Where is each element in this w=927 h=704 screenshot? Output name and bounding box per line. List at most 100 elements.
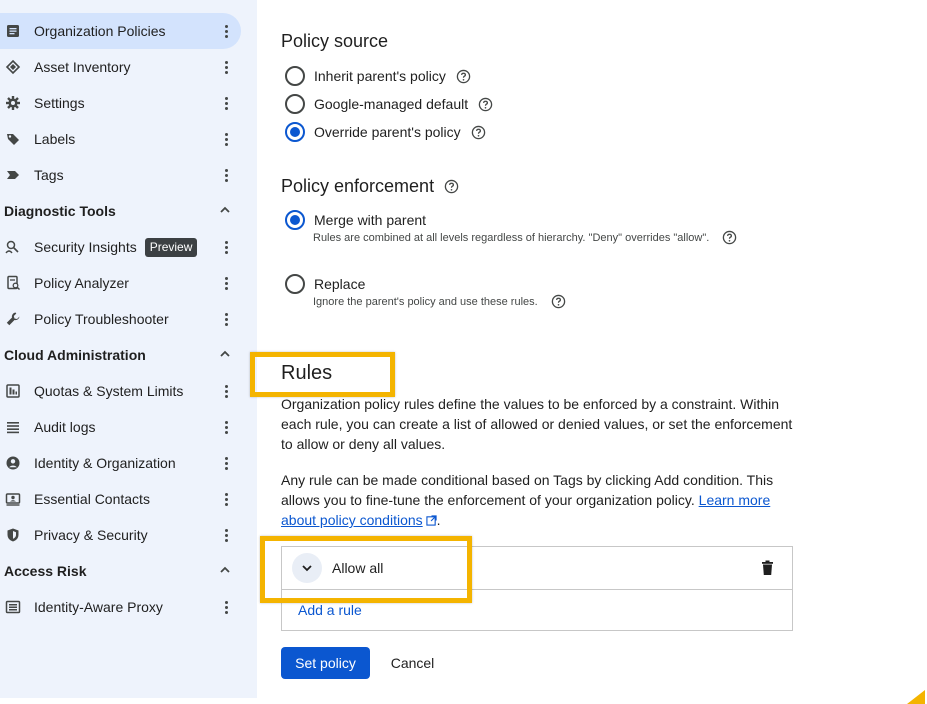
sidebar-item-tags[interactable]: Tags (0, 157, 241, 193)
sidebar-item-identity-aware-proxy[interactable]: Identity-Aware Proxy (0, 589, 241, 625)
sidebar-item-label: Identity & Organization (34, 455, 176, 471)
policy-source-title: Policy source (281, 31, 389, 51)
sidebar-item-privacy-security[interactable]: Privacy & Security (0, 517, 241, 553)
sidebar-item-label: Settings (34, 95, 85, 111)
tag-icon (5, 167, 21, 183)
radio-label: Replace (314, 276, 366, 292)
sidebar-item-label: Policy Analyzer (34, 275, 129, 291)
help-icon[interactable] (551, 294, 566, 309)
conditions-suffix: . (436, 512, 441, 528)
more-vert-icon[interactable] (221, 419, 231, 435)
more-vert-icon[interactable] (221, 455, 231, 471)
radio-button[interactable] (285, 66, 305, 86)
more-vert-icon[interactable] (221, 491, 231, 507)
expand-button[interactable] (292, 553, 322, 583)
replace-description-text: Ignore the parent's policy and use these… (313, 295, 538, 308)
quota-icon (5, 383, 21, 399)
proxy-icon (5, 599, 21, 615)
label-icon (5, 131, 21, 147)
replace-description: Ignore the parent's policy and use these… (313, 294, 566, 309)
main-panel: Policy source Inherit parent's policy Go… (257, 0, 927, 704)
more-vert-icon[interactable] (221, 527, 231, 543)
radio-button[interactable] (285, 274, 305, 294)
add-rule-button[interactable]: Add a rule (298, 602, 362, 618)
wrench-icon (5, 311, 21, 327)
radio-google-managed-default[interactable]: Google-managed default (285, 94, 493, 114)
radio-replace[interactable]: Replace (285, 274, 365, 294)
sidebar-item-quotas[interactable]: Quotas & System Limits (0, 373, 241, 409)
sidebar-item-audit-logs[interactable]: Audit logs (0, 409, 241, 445)
sidebar-item-label: Audit logs (34, 419, 96, 435)
sidebar-item-asset-inventory[interactable]: Asset Inventory (0, 49, 241, 85)
sidebar-item-label: Essential Contacts (34, 491, 150, 507)
more-vert-icon[interactable] (221, 599, 231, 615)
sidebar-item-label: Security Insights (34, 239, 137, 255)
help-icon[interactable] (471, 125, 486, 140)
radio-label: Inherit parent's policy (314, 68, 446, 84)
sidebar-item-label: Asset Inventory (34, 59, 131, 75)
rules-list: Allow all Add a rule (281, 546, 793, 631)
section-title: Access Risk (4, 563, 87, 579)
analyzer-icon (5, 275, 21, 291)
sidebar-item-policy-analyzer[interactable]: Policy Analyzer (0, 265, 241, 301)
help-icon[interactable] (444, 179, 459, 194)
radio-override-parent[interactable]: Override parent's policy (285, 122, 486, 142)
rules-description: Organization policy rules define the val… (281, 396, 793, 452)
radio-button-selected[interactable] (285, 122, 305, 142)
sidebar-item-essential-contacts[interactable]: Essential Contacts (0, 481, 241, 517)
sidebar-item-label: Privacy & Security (34, 527, 148, 543)
more-vert-icon[interactable] (221, 131, 231, 147)
set-policy-button[interactable]: Set policy (281, 647, 370, 679)
sidebar-item-organization-policies[interactable]: Organization Policies (0, 13, 241, 49)
policy-enforcement-title: Policy enforcement (281, 176, 435, 196)
sidebar-item-label: Tags (34, 167, 64, 183)
sidebar-item-label: Organization Policies (34, 23, 166, 39)
radio-button[interactable] (285, 94, 305, 114)
diamond-icon (5, 59, 21, 75)
section-title: Cloud Administration (4, 347, 146, 363)
more-vert-icon[interactable] (221, 167, 231, 183)
chevron-up-icon (220, 206, 230, 213)
cancel-button[interactable]: Cancel (379, 647, 446, 679)
sidebar-item-labels[interactable]: Labels (0, 121, 241, 157)
radio-label: Google-managed default (314, 96, 469, 112)
section-diagnostic-tools[interactable]: Diagnostic Tools (0, 193, 241, 229)
preview-badge: Preview (144, 237, 198, 257)
sidebar-item-security-insights[interactable]: Security Insights Preview (0, 229, 241, 265)
sidebar: Organization Policies Asset Inventory Se… (0, 0, 257, 698)
sidebar-item-policy-troubleshooter[interactable]: Policy Troubleshooter (0, 301, 241, 337)
radio-merge-with-parent[interactable]: Merge with parent (285, 210, 426, 230)
radio-button-selected[interactable] (285, 210, 305, 230)
sidebar-item-label: Quotas & System Limits (34, 383, 184, 399)
more-vert-icon[interactable] (221, 275, 231, 291)
rules-conditions-text: Any rule can be made conditional based o… (281, 470, 796, 530)
more-vert-icon[interactable] (221, 59, 231, 75)
insights-icon (5, 239, 21, 255)
help-icon[interactable] (456, 69, 471, 84)
sidebar-item-identity-organization[interactable]: Identity & Organization (0, 445, 241, 481)
policy-enforcement-header: Policy enforcement (281, 176, 459, 197)
help-icon[interactable] (722, 230, 737, 245)
chevron-down-icon (302, 565, 312, 572)
more-vert-icon[interactable] (221, 311, 231, 327)
sidebar-item-label: Labels (34, 131, 76, 147)
shield-icon (5, 527, 21, 543)
more-vert-icon[interactable] (221, 95, 231, 111)
sidebar-item-settings[interactable]: Settings (0, 85, 241, 121)
more-vert-icon[interactable] (221, 239, 231, 255)
help-icon[interactable] (478, 97, 493, 112)
radio-label: Merge with parent (314, 212, 427, 228)
contacts-icon (5, 491, 21, 507)
rules-title: Rules (281, 362, 333, 384)
section-cloud-administration[interactable]: Cloud Administration (0, 337, 241, 373)
more-vert-icon[interactable] (221, 383, 231, 399)
merge-description-text: Rules are combined at all levels regardl… (313, 231, 710, 244)
open-in-new-icon (426, 515, 437, 526)
rule-label: Allow all (332, 560, 384, 576)
sidebar-item-label: Identity-Aware Proxy (34, 599, 163, 615)
radio-inherit-parent[interactable]: Inherit parent's policy (285, 66, 471, 86)
delete-icon[interactable] (760, 560, 775, 576)
more-vert-icon[interactable] (221, 23, 231, 39)
section-access-risk[interactable]: Access Risk (0, 553, 241, 589)
rule-row[interactable]: Allow all (282, 547, 792, 590)
